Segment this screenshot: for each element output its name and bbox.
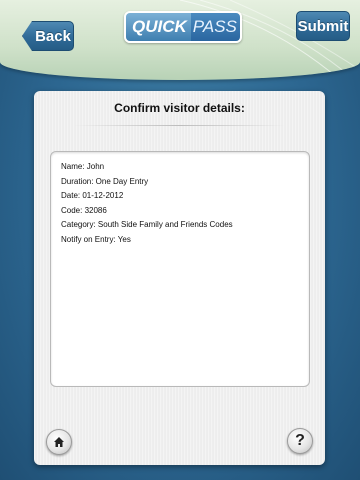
home-button[interactable]: [46, 429, 72, 455]
detail-code: Code: 32086: [61, 205, 107, 215]
title-divider: [74, 125, 285, 126]
detail-name: Name: John: [61, 162, 105, 171]
detail-notify: Notify on Entry: Yes: [61, 234, 131, 244]
logo-quick-text: QUICK: [126, 13, 191, 41]
help-icon: ?: [295, 432, 305, 449]
card-title: Confirm visitor details:: [114, 101, 245, 115]
detail-category: Category: South Side Family and Friends …: [61, 220, 233, 229]
home-icon: [54, 437, 64, 447]
detail-date: Date: 01-12-2012: [61, 191, 124, 200]
back-button[interactable]: Back: [22, 21, 74, 51]
quickpass-logo: QUICK PASS: [124, 11, 242, 43]
header-bar: Back QUICK PASS Submit: [0, 0, 360, 80]
confirm-card: Confirm visitor details: Name: John Dura…: [34, 91, 325, 465]
detail-duration: Duration: One Day Entry: [61, 176, 149, 186]
help-button[interactable]: ?: [287, 428, 313, 454]
logo-pass-text: PASS: [190, 13, 240, 41]
visitor-details-box: Name: John Duration: One Day Entry Date:…: [50, 151, 310, 387]
submit-button[interactable]: Submit: [296, 11, 350, 41]
